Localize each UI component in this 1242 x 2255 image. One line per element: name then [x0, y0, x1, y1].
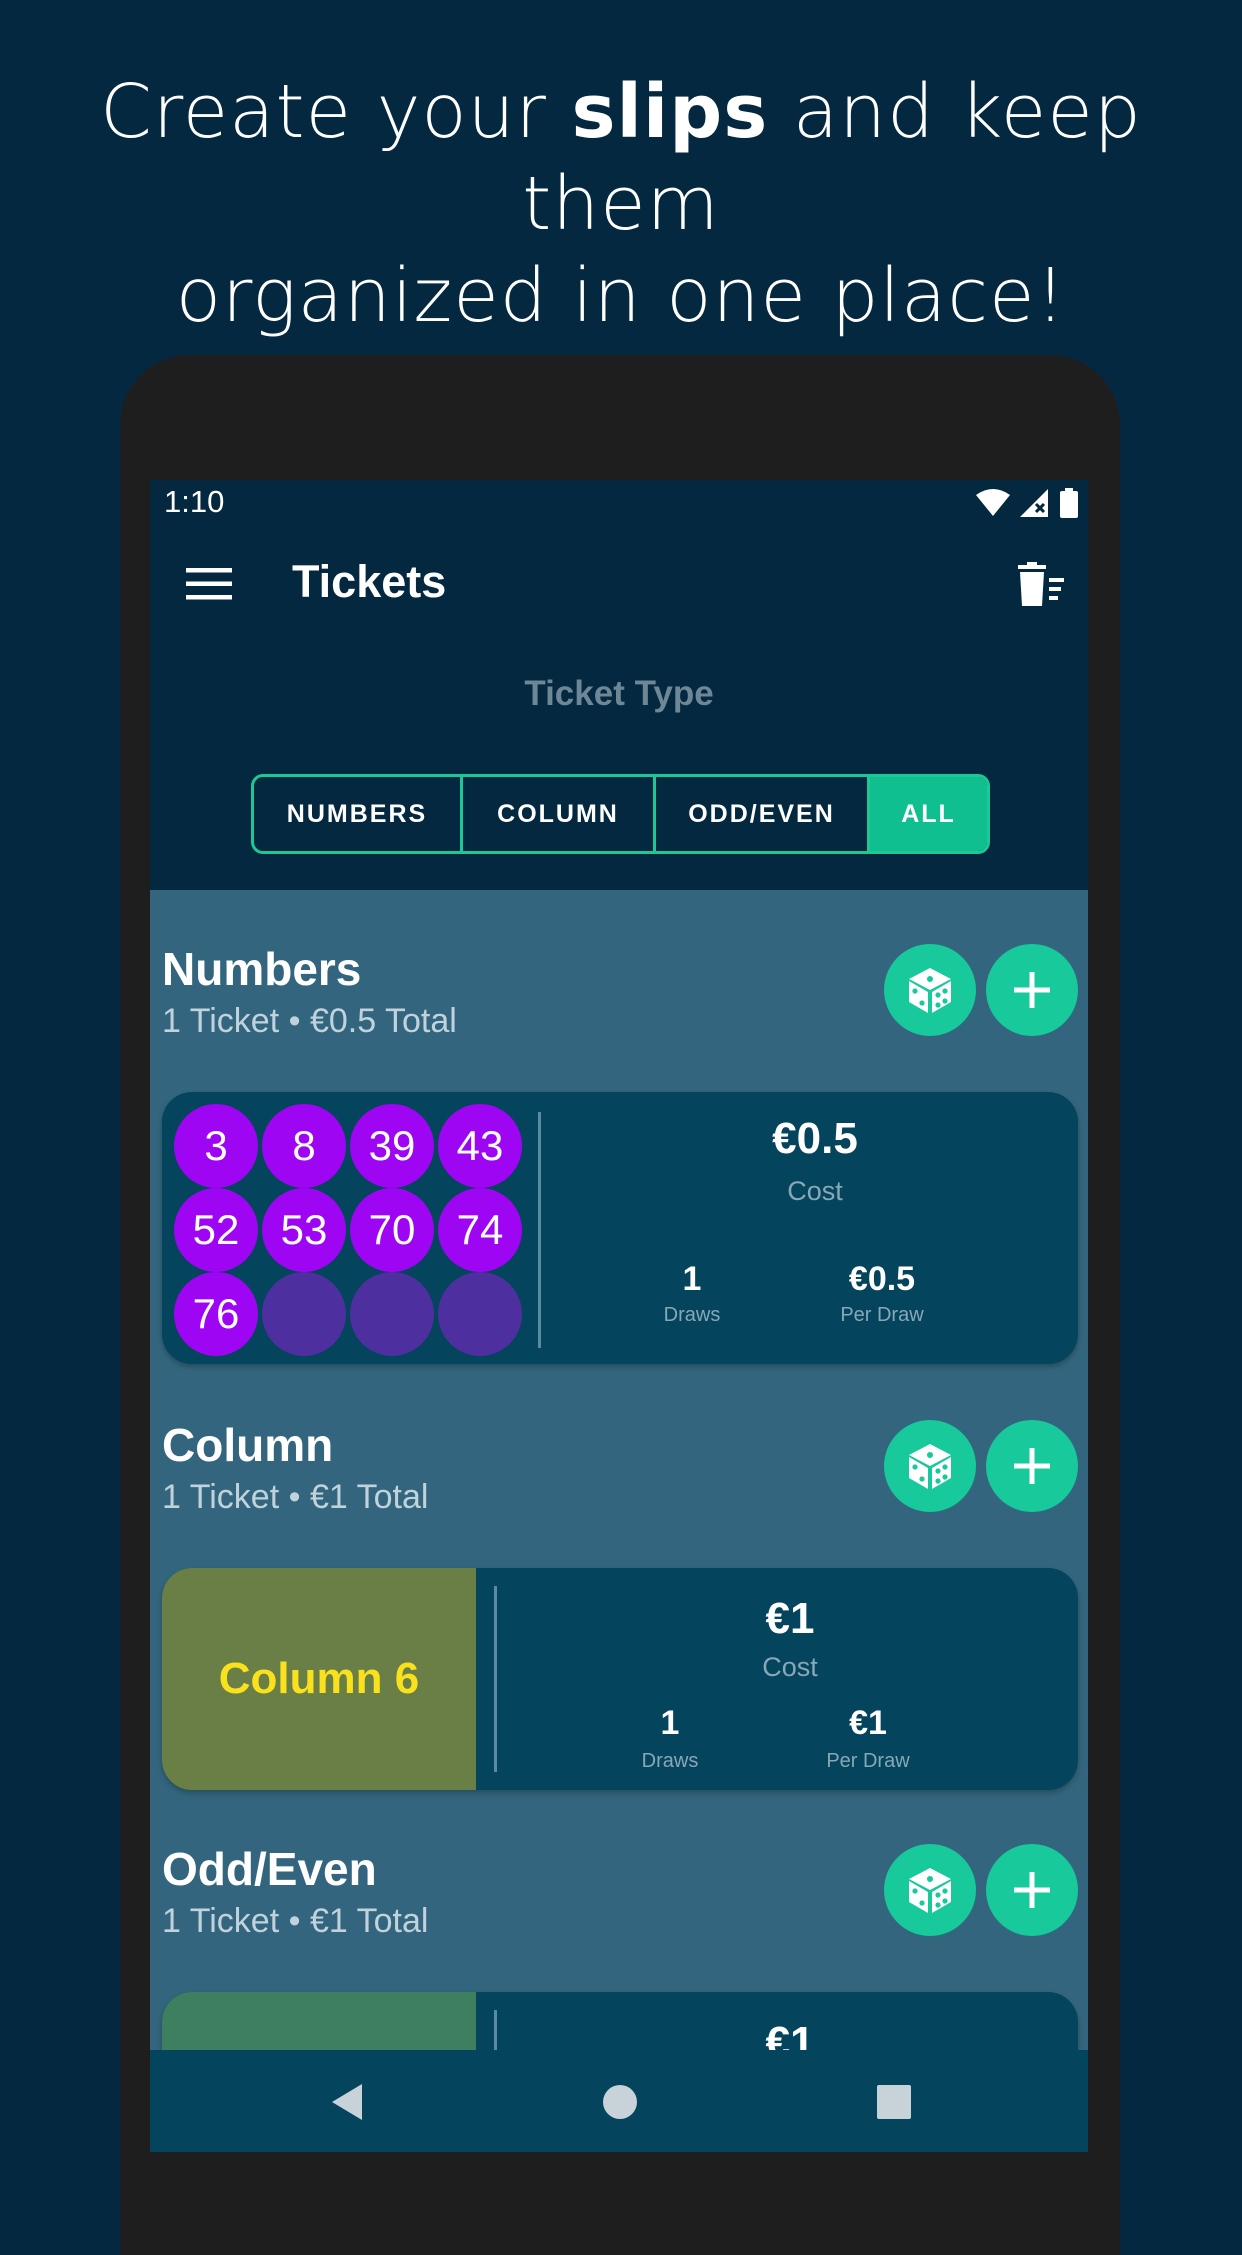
numbers-ticket-card[interactable]: 3 8 39 43 52 53 70 74 76 €0.5 Cost 1 Dra… [162, 1092, 1078, 1364]
random-column-button[interactable] [884, 1420, 976, 1512]
ticket-type-segmented-control: NUMBERS COLUMN ODD/EVEN ALL [251, 774, 990, 854]
random-numbers-button[interactable] [884, 944, 976, 1036]
section-title-odd-even: Odd/Even [162, 1843, 377, 1895]
column-ticket-card[interactable]: Column 6 €1 Cost 1 Draws €1 Per Draw [162, 1568, 1078, 1790]
plus-icon [1014, 1448, 1050, 1484]
number-ball: 3 [174, 1104, 258, 1188]
segment-odd-even[interactable]: ODD/EVEN [656, 777, 870, 851]
draws-value: 1 [682, 1260, 702, 1298]
number-ball: 52 [174, 1188, 258, 1272]
dice-icon [909, 968, 951, 1013]
per-draw-label: Per Draw [826, 1750, 910, 1772]
section-title-numbers: Numbers [162, 943, 362, 995]
recents-icon[interactable] [872, 2080, 916, 2124]
draws-label: Draws [663, 1304, 721, 1326]
number-ball: 39 [350, 1104, 434, 1188]
home-icon[interactable] [598, 2080, 642, 2124]
status-icons [976, 488, 1078, 518]
column-label: Column 6 [162, 1568, 476, 1790]
section-title-column: Column [162, 1419, 334, 1471]
plus-icon [1014, 972, 1050, 1008]
empty-ball-slot [438, 1272, 522, 1356]
segment-numbers[interactable]: NUMBERS [254, 777, 463, 851]
per-draw-value: €1 [849, 1704, 887, 1742]
empty-ball-slot [262, 1272, 346, 1356]
cost-label: Cost [762, 1652, 818, 1682]
segment-all[interactable]: ALL [870, 777, 987, 851]
navigation-bar [150, 2050, 1088, 2152]
number-ball: 74 [438, 1188, 522, 1272]
filter-label: Ticket Type [524, 674, 714, 713]
cost-label: Cost [787, 1176, 843, 1206]
empty-ball-slot [350, 1272, 434, 1356]
phone-screen: 1:10 Tickets Ticket Type NUMBERS COLUMN [150, 480, 1088, 2152]
cost-value: €0.5 [772, 1114, 858, 1163]
phone-frame-bottom [120, 2152, 1120, 2208]
headline: Create your slips and keep them organize… [0, 66, 1242, 342]
card-divider [494, 1586, 497, 1772]
section-subtitle-numbers: 1 Ticket • €0.5 Total [162, 1002, 457, 1040]
add-odd-even-ticket-button[interactable] [986, 1844, 1078, 1936]
section-subtitle-odd-even: 1 Ticket • €1 Total [162, 1902, 429, 1940]
menu-icon[interactable] [186, 566, 232, 602]
segment-column[interactable]: COLUMN [463, 777, 656, 851]
add-numbers-ticket-button[interactable] [986, 944, 1078, 1036]
draws-label: Draws [641, 1750, 699, 1772]
headline-text: Create your [100, 69, 572, 155]
status-time: 1:10 [164, 484, 225, 519]
per-draw-value: €0.5 [848, 1260, 916, 1298]
back-icon[interactable] [326, 2080, 370, 2124]
battery-icon [1060, 488, 1078, 518]
number-ball: 8 [262, 1104, 346, 1188]
per-draw-label: Per Draw [840, 1304, 924, 1326]
ticket-type-filter: Ticket Type NUMBERS COLUMN ODD/EVEN ALL [150, 646, 1088, 890]
number-ball: 76 [174, 1272, 258, 1356]
headline-line-2: organized in one place! [175, 253, 1067, 339]
number-ball: 43 [438, 1104, 522, 1188]
signal-icon [1020, 489, 1048, 517]
random-odd-even-button[interactable] [884, 1844, 976, 1936]
headline-line-1: Create your slips and keep them [0, 66, 1242, 250]
number-ball: 53 [262, 1188, 346, 1272]
dice-icon [909, 1868, 951, 1913]
delete-sort-icon[interactable] [1016, 562, 1066, 608]
number-ball: 70 [350, 1188, 434, 1272]
app-title: Tickets [292, 556, 447, 607]
add-column-ticket-button[interactable] [986, 1420, 1078, 1512]
app-bar: Tickets [150, 526, 1088, 646]
dice-icon [909, 1444, 951, 1489]
draws-value: 1 [660, 1704, 680, 1742]
headline-bold: slips [571, 69, 769, 155]
section-subtitle-column: 1 Ticket • €1 Total [162, 1478, 429, 1516]
status-bar: 1:10 [150, 480, 1088, 526]
cost-value: €1 [765, 1594, 815, 1643]
wifi-icon [976, 489, 1010, 516]
card-divider [538, 1112, 541, 1348]
plus-icon [1014, 1872, 1050, 1908]
